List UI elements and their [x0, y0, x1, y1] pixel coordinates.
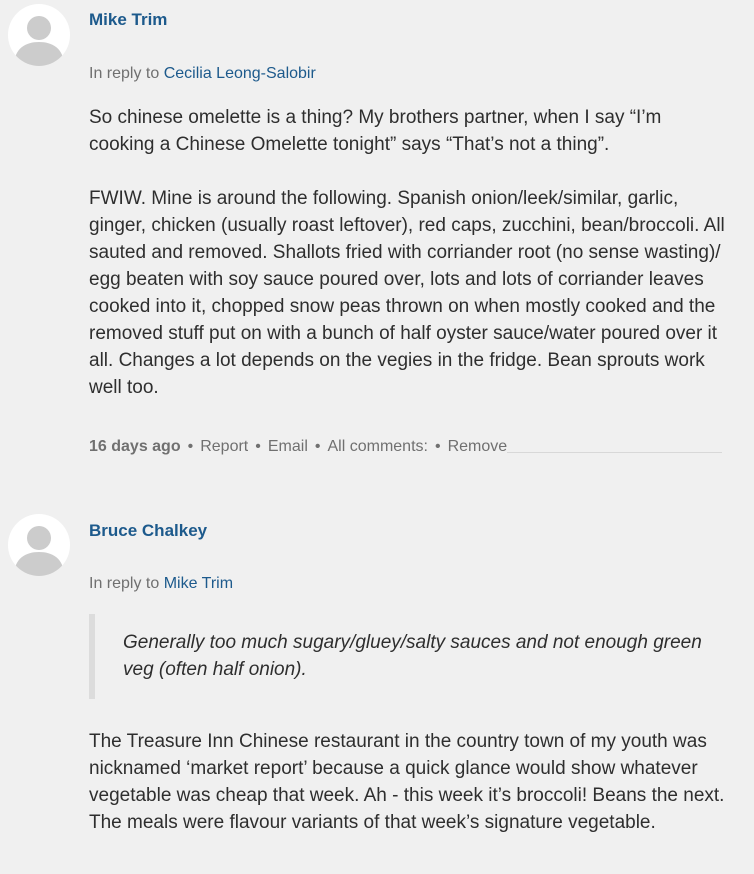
separator-dot: •	[248, 438, 268, 455]
all-comments-link[interactable]: All comments:	[327, 438, 428, 455]
user-avatar-icon	[8, 514, 70, 576]
user-avatar-icon	[8, 4, 70, 66]
comment-body: So chinese omelette is a thing? My broth…	[89, 104, 729, 401]
comment-paragraph: The Treasure Inn Chinese restaurant in t…	[89, 731, 725, 833]
comment-meta-bar: 16 days ago • Report • Email • All comments: • R…	[89, 438, 722, 455]
reply-info: In reply to Mike Trim	[89, 575, 233, 593]
quote-text: Generally too much sugary/gluey/salty sa…	[123, 632, 702, 680]
comment-paragraph: FWIW. Mine is around the following. Span…	[89, 188, 725, 398]
comment-timestamp: 16 days ago	[89, 438, 181, 455]
email-link[interactable]: Email	[267, 438, 308, 455]
comment-body: The Treasure Inn Chinese restaurant in t…	[89, 728, 729, 836]
separator-dot: •	[307, 438, 328, 455]
reply-prefix: In reply to	[89, 65, 160, 82]
reply-prefix: In reply to	[89, 575, 160, 592]
remove-link[interactable]: Remove	[447, 438, 508, 455]
reply-info: In reply to Cecilia Leong-Salobir	[89, 65, 316, 83]
comment-author-link[interactable]: Mike Trim	[89, 10, 167, 30]
report-link[interactable]: Report	[200, 438, 249, 455]
separator-dot: •	[180, 438, 201, 455]
quoted-text-block: Generally too much sugary/gluey/salty sa…	[89, 614, 705, 699]
comment-author-link[interactable]: Bruce Chalkey	[89, 521, 207, 541]
reply-to-link[interactable]: Mike Trim	[164, 575, 233, 592]
comment-paragraph: So chinese omelette is a thing? My broth…	[89, 107, 662, 155]
reply-to-link[interactable]: Cecilia Leong-Salobir	[164, 65, 316, 82]
separator-dot: •	[427, 438, 448, 455]
